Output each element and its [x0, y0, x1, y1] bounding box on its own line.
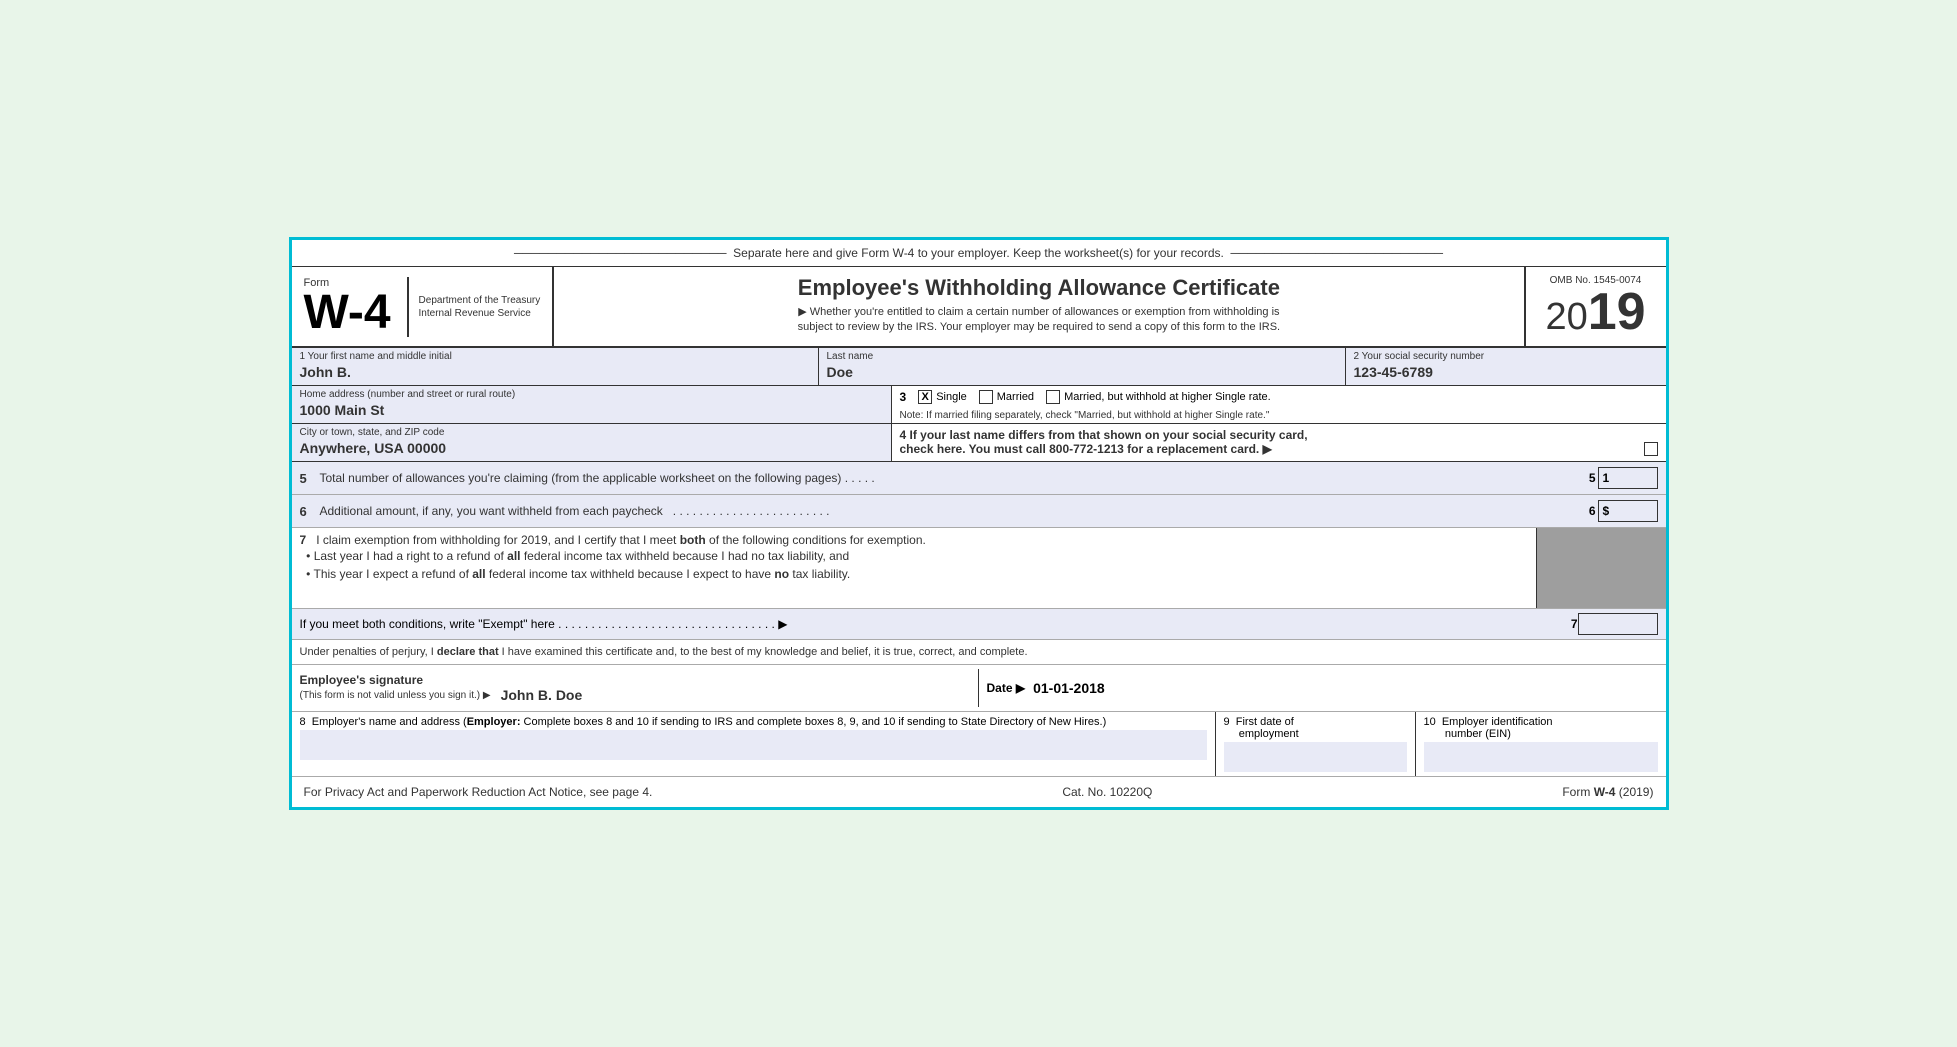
- employer-label10: 10 Employer identification number (EIN): [1424, 716, 1658, 740]
- cell-filing-status: 3 X Single Married Married, but withhold…: [892, 386, 1666, 423]
- married-label: Married: [997, 391, 1034, 403]
- row5-box-label: 5: [1589, 471, 1596, 485]
- single-option[interactable]: X Single: [918, 390, 967, 404]
- row6-box-label: 6: [1589, 504, 1596, 518]
- employer-label8: 8 Employer's name and address (Employer:…: [300, 716, 1207, 728]
- header-title-section: Employee's Withholding Allowance Certifi…: [554, 267, 1525, 346]
- sig-left-section: Employee's signature (This form is not v…: [292, 669, 979, 707]
- married-checkbox[interactable]: [979, 390, 993, 404]
- tax-year: 2019: [1545, 286, 1645, 338]
- filing-note: Note: If married filing separately, chec…: [892, 408, 1666, 423]
- row7-box-label: 7: [1571, 617, 1578, 631]
- form-title: Employee's Withholding Allowance Certifi…: [570, 275, 1507, 301]
- filing-status-row: 3 X Single Married Married, but withhold…: [892, 386, 1666, 408]
- cell-city: City or town, state, and ZIP code Anywhe…: [292, 424, 892, 461]
- employer-value9[interactable]: [1224, 742, 1407, 772]
- employee-sig-title: Employee's signature: [300, 673, 970, 687]
- field4-text1: 4 If your last name differs from that sh…: [900, 428, 1658, 442]
- married-higher-option[interactable]: Married, but withhold at higher Single r…: [1046, 390, 1271, 404]
- sig-name: John B. Doe: [501, 687, 583, 703]
- row-5: 5 Total number of allowances you're clai…: [292, 462, 1666, 495]
- row6-num: 6: [300, 504, 320, 519]
- row6-text: Additional amount, if any, you want with…: [320, 504, 1589, 518]
- row7-input[interactable]: [1578, 613, 1658, 635]
- row5-box: 5 1: [1589, 467, 1658, 489]
- row7-bottom-section: If you meet both conditions, write "Exem…: [292, 608, 1666, 639]
- employer-name-cell: 8 Employer's name and address (Employer:…: [292, 712, 1216, 776]
- header-omb-year: OMB No. 1545-0074 2019: [1526, 267, 1666, 346]
- row5-num: 5: [300, 471, 320, 486]
- row7-bullet2: • This year I expect a refund of all fed…: [300, 565, 1528, 583]
- footer-right: Form W-4 (2019): [1562, 785, 1653, 799]
- cell-last-name: Last name Doe: [819, 348, 1346, 385]
- signature-row: Employee's signature (This form is not v…: [292, 665, 1666, 712]
- cell-address: Home address (number and street or rural…: [292, 386, 892, 423]
- dept-text: Department of the Treasury Internal Reve…: [419, 294, 541, 320]
- city-value: Anywhere, USA 00000: [300, 438, 883, 458]
- footer-left: For Privacy Act and Paperwork Reduction …: [304, 785, 653, 799]
- sig-right-section: Date ▶ 01-01-2018: [979, 669, 1666, 707]
- row5-text: Total number of allowances you're claimi…: [320, 471, 1589, 485]
- row7-num: 7: [300, 533, 307, 547]
- row-6: 6 Additional amount, if any, you want wi…: [292, 495, 1666, 528]
- city-label: City or town, state, and ZIP code: [300, 427, 883, 438]
- row7-main-text: 7 I claim exemption from withholding for…: [292, 528, 1536, 588]
- separator-top: ───────────────────────── ──────────────…: [292, 240, 1666, 267]
- cell-field4: 4 If your last name differs from that sh…: [892, 424, 1666, 461]
- employer-label9: 9 First date of employment: [1224, 716, 1407, 740]
- married-higher-checkbox[interactable]: [1046, 390, 1060, 404]
- employer-ein-cell: 10 Employer identification number (EIN): [1416, 712, 1666, 776]
- row-address-filing: Home address (number and street or rural…: [292, 386, 1666, 424]
- single-checkbox[interactable]: X: [918, 390, 932, 404]
- form-w4: ───────────────────────── ──────────────…: [289, 237, 1669, 810]
- field4-text2-row: check here. You must call 800-772-1213 f…: [900, 442, 1658, 456]
- first-name-label: 1 Your first name and middle initial: [300, 351, 810, 362]
- row6-input[interactable]: $: [1598, 500, 1658, 522]
- address-value: 1000 Main St: [300, 400, 883, 420]
- employer-section: 8 Employer's name and address (Employer:…: [292, 712, 1666, 777]
- row7-top-section: 7 I claim exemption from withholding for…: [292, 528, 1666, 608]
- ssn-value: 123-45-6789: [1354, 362, 1658, 382]
- employer-value8[interactable]: [300, 730, 1207, 760]
- married-higher-label: Married, but withhold at higher Single r…: [1064, 391, 1271, 403]
- row6-box: 6 $: [1589, 500, 1658, 522]
- cell-ssn: 2 Your social security number 123-45-678…: [1346, 348, 1666, 385]
- field4-checkbox[interactable]: [1644, 442, 1658, 456]
- w4-logo: W-4: [304, 289, 391, 337]
- row-city-field4: City or town, state, and ZIP code Anywhe…: [292, 424, 1666, 462]
- row-7: 7 I claim exemption from withholding for…: [292, 528, 1666, 640]
- row7-bullet1: • Last year I had a right to a refund of…: [300, 547, 1528, 565]
- date-value: 01-01-2018: [1033, 680, 1105, 696]
- row7-gray-area: [1536, 528, 1666, 608]
- cell-first-name: 1 Your first name and middle initial Joh…: [292, 348, 819, 385]
- field3-label: 3: [900, 390, 907, 404]
- date-label: Date ▶: [987, 681, 1026, 695]
- ssn-label: 2 Your social security number: [1354, 351, 1658, 362]
- last-name-label: Last name: [827, 351, 1337, 362]
- perjury-statement: Under penalties of perjury, I declare th…: [292, 640, 1666, 665]
- employer-value10[interactable]: [1424, 742, 1658, 772]
- header-logo-section: Form W-4 Department of the Treasury Inte…: [292, 267, 555, 346]
- row7-line1: 7 I claim exemption from withholding for…: [300, 533, 1528, 547]
- form-header: Form W-4 Department of the Treasury Inte…: [292, 267, 1666, 348]
- field4-text2: check here. You must call 800-772-1213 f…: [900, 442, 1272, 456]
- first-name-value: John B.: [300, 362, 810, 382]
- address-label: Home address (number and street or rural…: [300, 389, 883, 400]
- row7-bottom-text: If you meet both conditions, write "Exem…: [300, 617, 1571, 631]
- form-subtitle: ▶ Whether you're entitled to claim a cer…: [570, 305, 1507, 336]
- single-label: Single: [936, 391, 967, 403]
- row-name-ssn: 1 Your first name and middle initial Joh…: [292, 348, 1666, 386]
- sig-subtitle: (This form is not valid unless you sign …: [300, 690, 491, 701]
- last-name-value: Doe: [827, 362, 1337, 382]
- row5-input[interactable]: 1: [1598, 467, 1658, 489]
- married-option[interactable]: Married: [979, 390, 1034, 404]
- employer-date-cell: 9 First date of employment: [1216, 712, 1416, 776]
- footer-center: Cat. No. 10220Q: [1062, 785, 1152, 799]
- form-footer: For Privacy Act and Paperwork Reduction …: [292, 777, 1666, 807]
